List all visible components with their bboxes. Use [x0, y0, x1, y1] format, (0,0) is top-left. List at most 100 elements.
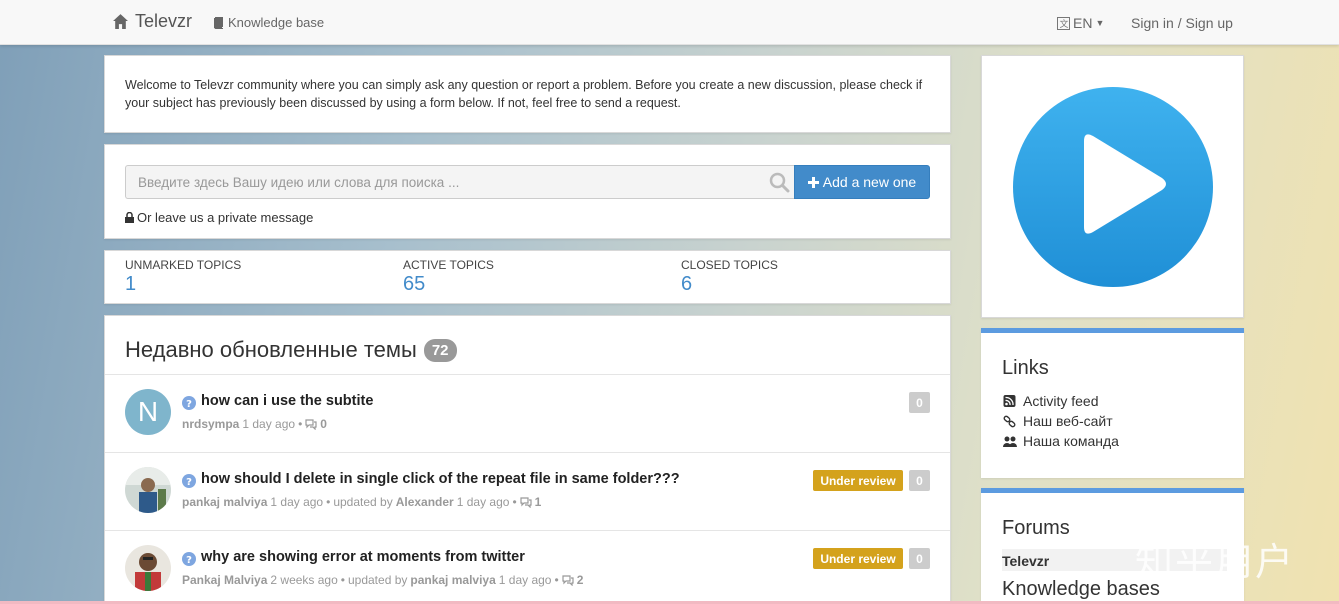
topic-comment-count: 1 [534, 495, 542, 509]
topic-row[interactable]: N ? how can i use the subtite nrdsympa 1… [105, 374, 950, 452]
avatar[interactable]: N [125, 389, 171, 435]
link-activity-feed[interactable]: Activity feed [1003, 393, 1098, 409]
avatar[interactable] [125, 545, 171, 591]
brand-name: Televzr [135, 11, 193, 31]
knowledge-base-label: Knowledge base [228, 15, 325, 30]
meta-separator: • [298, 417, 303, 431]
meta-separator: • [554, 573, 559, 587]
avatar[interactable] [125, 467, 171, 513]
rss-icon [1003, 394, 1016, 407]
topic-meta: Pankaj Malviya 2 weeks ago • updated by … [182, 573, 583, 587]
play-logo-icon [1013, 87, 1213, 287]
topic-author[interactable]: pankaj malviya [182, 495, 267, 509]
link-label: Наш веб-сайт [1023, 413, 1113, 429]
link-label: Activity feed [1023, 393, 1099, 409]
stat-value: 1 [125, 273, 137, 295]
link-team[interactable]: Наша команда [1003, 433, 1119, 449]
logo-panel [981, 55, 1244, 318]
user-photo-icon [125, 467, 171, 513]
recent-topics-title: Недавно обновленные темы [125, 337, 417, 362]
stat-label: UNMARKED TOPICS [125, 258, 242, 272]
topic-updater[interactable]: Alexander [396, 495, 454, 509]
topic-author[interactable]: Pankaj Malviya [182, 573, 267, 587]
status-badge: Under review [813, 548, 903, 569]
forums-title: Forums [1002, 517, 1070, 539]
stat-label: ACTIVE TOPICS [403, 258, 494, 272]
book-icon [214, 16, 223, 29]
search-input[interactable] [125, 165, 795, 199]
link-label: Наша команда [1023, 433, 1119, 449]
topic-time: 1 day ago [270, 495, 324, 509]
search-icon[interactable] [769, 172, 790, 193]
topic-row[interactable]: ? why are showing error at moments from … [105, 530, 950, 604]
topic-comment-count: 0 [320, 417, 327, 431]
users-icon [1003, 436, 1017, 447]
svg-text:?: ? [186, 477, 192, 488]
stat-value: 6 [681, 273, 693, 295]
private-message-label: Or leave us a private message [137, 210, 314, 225]
lock-icon [125, 212, 134, 223]
knowledge-base-link[interactable]: Knowledge base [213, 15, 324, 30]
status-badge: Under review [813, 470, 903, 491]
private-message-link[interactable]: Or leave us a private message [125, 210, 313, 225]
stat-value: 65 [403, 273, 426, 295]
welcome-panel: Welcome to Televzr community where you c… [104, 55, 951, 133]
search-panel: Add a new one Or leave us a private mess… [104, 144, 951, 239]
topic-time: 1 day ago [242, 417, 296, 431]
meta-separator: • [326, 495, 331, 509]
topic-author[interactable]: nrdsympa [182, 417, 239, 431]
meta-separator: • [340, 573, 345, 587]
welcome-text: Welcome to Televzr community where you c… [125, 78, 923, 110]
question-icon: ? [182, 396, 196, 410]
comments-icon [305, 418, 317, 430]
topic-stats-panel: UNMARKED TOPICS 1 ACTIVE TOPICS 65 CLOSE… [104, 250, 951, 304]
stat-unmarked[interactable]: UNMARKED TOPICS 1 [125, 258, 241, 296]
language-label: EN [1073, 15, 1093, 31]
signin-link[interactable]: Sign in / Sign up [1131, 15, 1233, 31]
topic-updater[interactable]: pankaj malviya [410, 573, 495, 587]
stat-closed[interactable]: CLOSED TOPICS 6 [681, 258, 778, 296]
watermark: 知乎用户 [1135, 540, 1296, 584]
vote-count-badge[interactable]: 0 [909, 392, 930, 413]
vote-count-badge[interactable]: 0 [909, 470, 930, 491]
question-icon: ? [182, 552, 196, 566]
recent-topics-heading: Недавно обновленные темы 72 [125, 337, 457, 363]
stat-label: CLOSED TOPICS [681, 258, 778, 272]
topic-title[interactable]: how can i use the subtite [201, 393, 373, 409]
links-title: Links [1002, 357, 1049, 379]
question-icon: ? [182, 474, 196, 488]
user-photo-icon [125, 545, 171, 591]
topic-meta: nrdsympa 1 day ago • 0 [182, 417, 327, 431]
comments-icon [520, 496, 532, 508]
chevron-down-icon: ▼ [1095, 18, 1105, 28]
language-selector[interactable]: 文 EN ▼ [1057, 15, 1104, 31]
meta-separator: • [512, 495, 517, 509]
recent-topics-panel: Недавно обновленные темы 72 N ? how can … [104, 315, 951, 604]
vote-count-badge[interactable]: 0 [909, 548, 930, 569]
topic-updated-time: 1 day ago [498, 573, 552, 587]
topic-updated-time: 1 day ago [456, 495, 510, 509]
link-website[interactable]: Наш веб-сайт [1003, 413, 1113, 429]
topic-title[interactable]: how should I delete in single click of t… [201, 471, 680, 487]
plus-icon [807, 176, 819, 188]
link-icon [1003, 415, 1016, 427]
updated-by-label: updated by [347, 573, 408, 587]
stat-active[interactable]: ACTIVE TOPICS 65 [403, 258, 494, 296]
top-navbar: Televzr Knowledge base 文 EN ▼ Sign in / … [0, 0, 1339, 45]
home-icon [113, 14, 128, 29]
svg-text:?: ? [186, 399, 192, 410]
topic-time: 2 weeks ago [270, 573, 338, 587]
topic-comment-count: 2 [576, 573, 584, 587]
topic-row[interactable]: ? how should I delete in single click of… [105, 452, 950, 530]
topic-count-badge: 72 [423, 338, 457, 362]
topic-title[interactable]: why are showing error at moments from tw… [201, 549, 525, 565]
add-new-button[interactable]: Add a new one [794, 165, 930, 199]
comments-icon [562, 574, 574, 586]
svg-text:文: 文 [1060, 18, 1069, 30]
topic-meta: pankaj malviya 1 day ago • updated by Al… [182, 495, 541, 509]
add-new-label: Add a new one [822, 174, 917, 190]
translate-icon: 文 [1057, 16, 1070, 30]
svg-text:?: ? [186, 555, 192, 566]
brand-link[interactable]: Televzr [112, 11, 192, 32]
links-panel: Links Activity feed Наш веб-сайт Наша ко… [981, 328, 1244, 478]
